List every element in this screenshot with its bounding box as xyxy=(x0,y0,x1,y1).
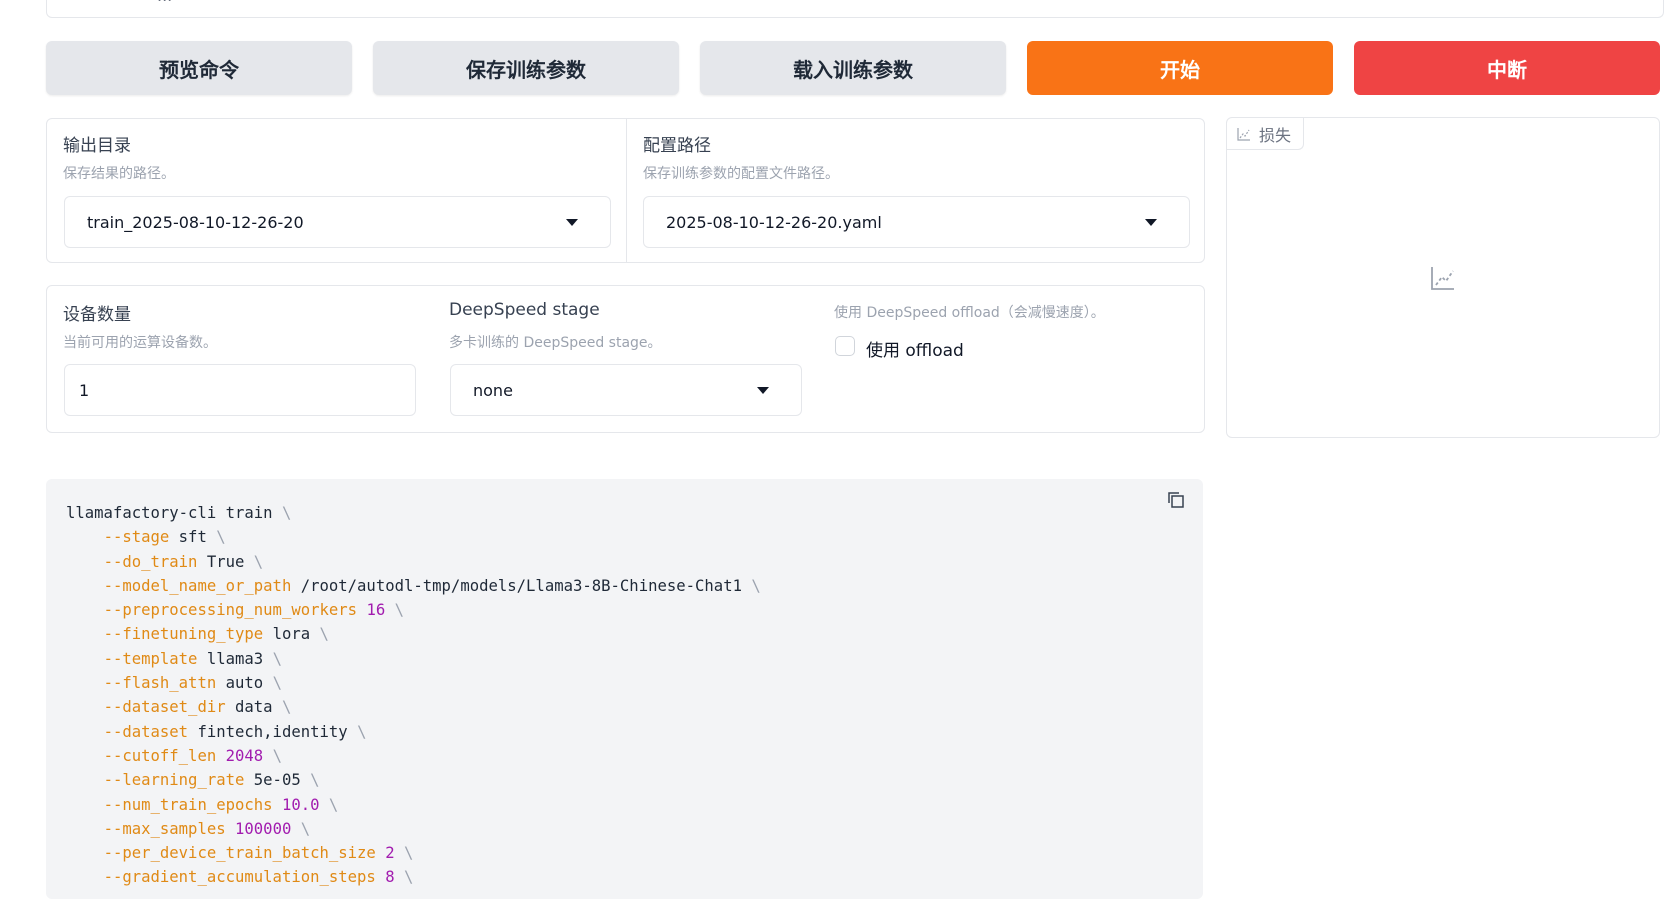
command-arg-value: 16 xyxy=(366,601,386,620)
command-arg-flag: --do_train xyxy=(103,552,198,571)
command-text: llamafactory-cli train \ --stage sft \ -… xyxy=(66,504,761,887)
command-arg-value: 8 xyxy=(385,868,395,887)
ds-stage-value: none xyxy=(473,380,513,400)
ds-offload-checkbox[interactable] xyxy=(835,336,855,356)
line-continuation: \ xyxy=(253,552,264,571)
command-arg-flag: --cutoff_len xyxy=(103,746,217,765)
command-first-line: llamafactory-cli train xyxy=(66,504,273,522)
ds-stage-dropdown[interactable]: none xyxy=(450,364,802,416)
line-continuation: \ xyxy=(216,528,226,547)
config-path-dropdown[interactable]: 2025-08-10-12-26-20.yaml xyxy=(643,196,1190,248)
line-continuation: \ xyxy=(404,844,414,863)
chart-placeholder-icon xyxy=(1431,267,1454,290)
line-continuation: \ xyxy=(357,722,367,741)
preview-command-button[interactable]: 预览命令 xyxy=(46,41,352,95)
command-arg-value: 10.0 xyxy=(281,795,320,814)
command-arg-flag: --gradient_accumulation_steps xyxy=(103,868,376,887)
command-arg-value: llama3 xyxy=(206,649,264,668)
command-arg-value: fintech,identity xyxy=(197,722,348,741)
line-continuation: \ xyxy=(319,625,329,644)
device-count-input[interactable]: 1 xyxy=(64,364,416,416)
command-arg-flag: --max_samples xyxy=(103,819,226,838)
output-dir-info: 保存结果的路径。 xyxy=(63,166,175,182)
config-path-info: 保存训练参数的配置文件路径。 xyxy=(643,166,839,182)
config-path-label: 配置路径 xyxy=(643,136,711,156)
command-arg-value: 100000 xyxy=(235,819,292,838)
command-arg-flag: --finetuning_type xyxy=(103,625,264,644)
command-preview: llamafactory-cli train \ --stage sft \ -… xyxy=(46,479,1203,899)
command-arg-flag: --model_name_or_path xyxy=(103,576,292,595)
output-dir-label: 输出目录 xyxy=(63,136,131,156)
loss-plot-tab-label: 损失 xyxy=(1259,125,1292,145)
command-arg-flag: --stage xyxy=(103,528,170,547)
chevron-down-icon xyxy=(566,219,578,226)
chart-icon xyxy=(1237,127,1250,141)
command-arg-value: /root/autodl-tmp/models/Llama3-8B-Chines… xyxy=(300,576,742,595)
chevron-down-icon xyxy=(757,387,769,394)
paths-panel: 输出目录 保存结果的路径。 train_2025-08-10-12-26-20 … xyxy=(46,118,1205,263)
ds-stage-info: 多卡训练的 DeepSpeed stage。 xyxy=(449,335,662,351)
loss-plot-tab: 损失 xyxy=(1227,118,1305,150)
line-continuation: \ xyxy=(272,649,282,668)
top-field-value: ... xyxy=(157,0,172,5)
ds-offload-info: 使用 DeepSpeed offload（会减慢速度）。 xyxy=(834,305,1105,321)
command-arg-value: 2048 xyxy=(225,746,264,765)
ds-stage-label: DeepSpeed stage xyxy=(449,300,600,320)
output-dir-dropdown[interactable]: train_2025-08-10-12-26-20 xyxy=(64,196,611,248)
command-arg-flag: --dataset_dir xyxy=(103,698,226,717)
command-arg-flag: --flash_attn xyxy=(103,674,217,693)
line-continuation: \ xyxy=(328,795,339,814)
command-arg-flag: --num_train_epochs xyxy=(103,795,273,814)
command-arg-value: 2 xyxy=(385,844,395,863)
line-continuation: \ xyxy=(404,868,414,887)
line-continuation: \ xyxy=(300,819,311,838)
command-arg-value: True xyxy=(206,552,245,571)
copy-icon[interactable] xyxy=(1167,491,1185,509)
command-arg-flag: --learning_rate xyxy=(103,771,245,790)
line-continuation: \ xyxy=(394,601,404,620)
config-path-value: 2025-08-10-12-26-20.yaml xyxy=(666,212,882,232)
device-count-info: 当前可用的运算设备数。 xyxy=(63,335,217,351)
command-arg-value: sft xyxy=(178,528,207,547)
line-continuation: \ xyxy=(751,576,761,595)
command-arg-value: auto xyxy=(225,674,264,693)
command-arg-value: 5e-05 xyxy=(253,771,301,790)
save-params-button[interactable]: 保存训练参数 xyxy=(373,41,679,95)
top-field-partial[interactable]: ... xyxy=(46,0,1664,18)
device-count-value: 1 xyxy=(79,380,90,400)
divider xyxy=(626,119,627,262)
ds-offload-label[interactable]: 使用 offload xyxy=(866,336,964,361)
command-arg-value: data xyxy=(235,698,273,717)
distributed-panel: 设备数量 当前可用的运算设备数。 1 DeepSpeed stage 多卡训练的… xyxy=(46,285,1205,433)
line-continuation: \ xyxy=(281,698,292,717)
device-count-label: 设备数量 xyxy=(63,305,131,325)
start-button[interactable]: 开始 xyxy=(1027,41,1333,95)
command-arg-flag: --dataset xyxy=(103,722,189,741)
command-arg-flag: --preprocessing_num_workers xyxy=(103,601,358,620)
command-arg-value: lora xyxy=(272,625,311,644)
output-dir-value: train_2025-08-10-12-26-20 xyxy=(87,212,304,232)
chevron-down-icon xyxy=(1145,219,1157,226)
line-continuation: \ xyxy=(272,746,282,765)
command-arg-flag: --per_device_train_batch_size xyxy=(103,844,376,863)
line-continuation: \ xyxy=(310,771,320,790)
abort-button[interactable]: 中断 xyxy=(1354,41,1660,95)
line-continuation: \ xyxy=(272,674,282,693)
load-params-button[interactable]: 载入训练参数 xyxy=(700,41,1006,95)
command-arg-flag: --template xyxy=(103,649,198,668)
